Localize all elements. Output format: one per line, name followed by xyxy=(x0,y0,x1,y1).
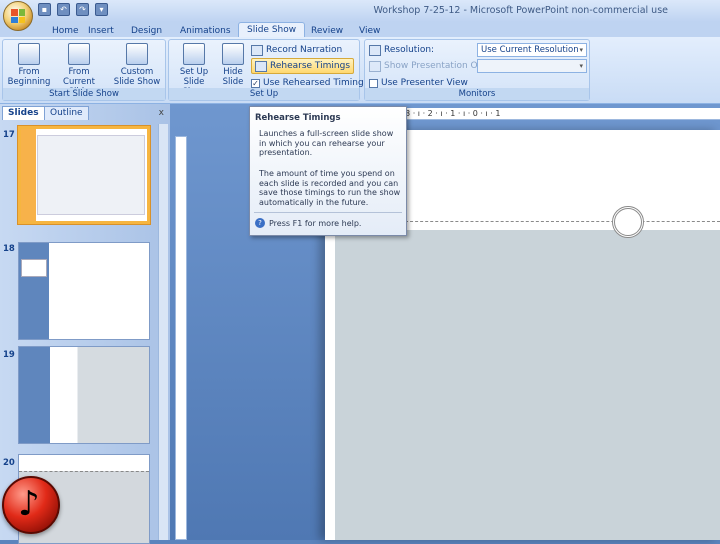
monitors-group: Resolution: Use Current Resolution ▾ Show… xyxy=(364,39,590,101)
show-presentation-on-label: Show Presentation On: xyxy=(369,59,486,73)
window-title: Workshop 7-25-12 - Microsoft PowerPoint … xyxy=(373,5,668,16)
resolution-label: Resolution: xyxy=(369,43,434,57)
slides-pane: Slides Outline x 17 18 19 20 xyxy=(0,104,170,544)
tab-view[interactable]: View xyxy=(359,24,380,38)
thumbnail-scrollbar[interactable] xyxy=(158,124,168,540)
slide-number: 18 xyxy=(3,244,15,254)
from-beginning-icon xyxy=(18,43,40,65)
show-presentation-on-dropdown[interactable]: ▾ xyxy=(477,59,587,73)
undo-icon[interactable]: ↶ xyxy=(57,3,70,16)
group-label: Start Slide Show xyxy=(3,88,165,100)
group-label: Monitors xyxy=(365,88,589,100)
vertical-ruler xyxy=(175,136,187,540)
tooltip-text: Launches a full-screen slide show in whi… xyxy=(259,129,394,157)
tab-review[interactable]: Review xyxy=(311,24,343,38)
circle-shape[interactable] xyxy=(612,206,644,238)
from-beginning-button[interactable]: From Beginning xyxy=(7,43,51,87)
custom-show-icon xyxy=(126,43,148,65)
tab-outline[interactable]: Outline xyxy=(44,106,89,120)
title-bar: ▪ ↶ ↷ ▾ Workshop 7-25-12 - Microsoft Pow… xyxy=(0,0,720,22)
tab-insert[interactable]: Insert xyxy=(88,24,114,38)
tooltip-title: Rehearse Timings xyxy=(255,113,341,123)
customize-qat-icon[interactable]: ▾ xyxy=(95,3,108,16)
tab-design[interactable]: Design xyxy=(131,24,162,38)
redo-icon[interactable]: ↷ xyxy=(76,3,89,16)
set-up-icon xyxy=(183,43,205,65)
tooltip-help: ? Press F1 for more help. xyxy=(255,218,361,228)
save-icon[interactable]: ▪ xyxy=(38,3,51,16)
ribbon: From Beginning From Current Slide Custom… xyxy=(0,37,720,104)
help-icon: ? xyxy=(255,218,265,228)
close-icon[interactable]: x xyxy=(159,108,164,118)
hide-slide-icon xyxy=(222,43,244,65)
slide-number: 19 xyxy=(3,350,15,360)
slide-number: 17 xyxy=(3,130,15,140)
hide-slide-button[interactable]: Hide Slide xyxy=(218,43,248,87)
dropdown-arrow-icon: ▾ xyxy=(579,62,583,70)
tab-animations[interactable]: Animations xyxy=(180,24,231,38)
slide-thumbnail-19[interactable] xyxy=(18,346,150,444)
tab-slides[interactable]: Slides xyxy=(2,106,45,120)
checkbox[interactable] xyxy=(369,78,378,88)
resolution-dropdown[interactable]: Use Current Resolution ▾ xyxy=(477,43,587,57)
checkbox[interactable]: ✓ xyxy=(251,78,260,88)
slide-gray-area xyxy=(335,230,720,540)
tooltip-divider xyxy=(254,212,402,213)
tab-home[interactable]: Home xyxy=(52,24,79,38)
quick-access-toolbar: ▪ ↶ ↷ ▾ xyxy=(38,3,108,16)
horizontal-ruler: · 3 · ı · 2 · ı · 1 · ı · 0 · ı · 1 xyxy=(400,108,720,120)
group-label: Set Up xyxy=(169,88,359,100)
dropdown-arrow-icon: ▾ xyxy=(579,46,583,54)
monitor-icon xyxy=(369,60,381,72)
rehearse-timings-tooltip: Rehearse Timings Launches a full-screen … xyxy=(249,106,407,236)
tooltip-text: The amount of time you spend on each sli… xyxy=(259,169,401,207)
start-slide-show-group: From Beginning From Current Slide Custom… xyxy=(2,39,166,101)
slide-number: 20 xyxy=(3,458,15,468)
slide-thumbnail-17[interactable] xyxy=(18,126,150,224)
set-up-group: Set Up Slide Show Hide Slide Record Narr… xyxy=(168,39,368,101)
dashed-divider xyxy=(400,221,720,222)
record-narration-button[interactable]: Record Narration xyxy=(251,43,342,57)
stopwatch-icon xyxy=(255,60,267,72)
microphone-icon xyxy=(251,44,263,56)
rehearse-timings-button[interactable]: Rehearse Timings xyxy=(251,58,355,74)
music-note-icon[interactable]: ♪ xyxy=(2,476,60,534)
slide-thumbnail-18[interactable] xyxy=(18,242,150,340)
monitor-icon xyxy=(369,44,381,56)
office-button-icon[interactable] xyxy=(3,1,33,31)
ribbon-tabs: Home Insert Design Animations Slide Show… xyxy=(0,22,720,39)
pane-tabs: Slides Outline x xyxy=(0,106,170,120)
from-current-icon xyxy=(68,43,90,65)
